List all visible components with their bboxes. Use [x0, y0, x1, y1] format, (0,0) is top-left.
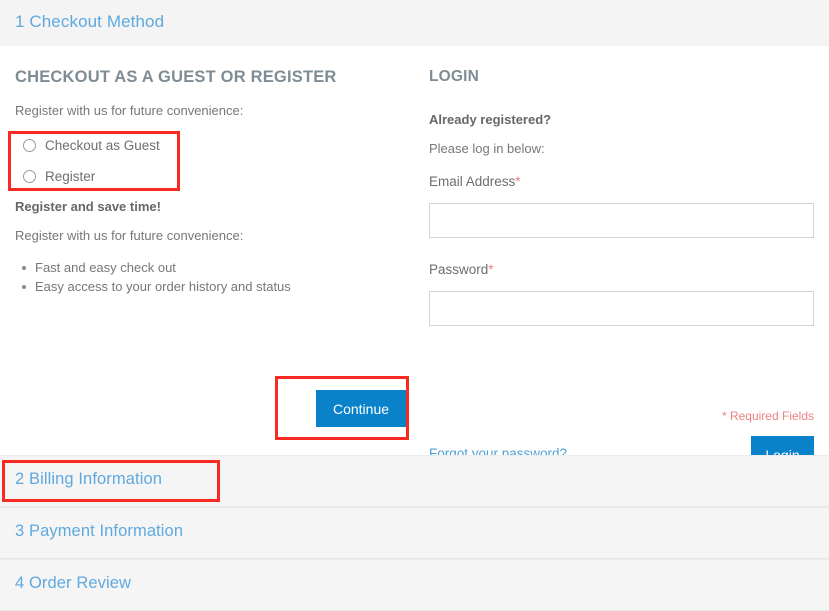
- password-label-row: Password*: [429, 261, 494, 279]
- accordion-label-billing-information: 2 Billing Information: [15, 470, 163, 488]
- please-log-in-text: Please log in below:: [429, 141, 545, 156]
- required-fields-note: * Required Fields: [721, 409, 814, 423]
- radio-circle-icon[interactable]: [23, 138, 36, 152]
- accordion-label-payment-information: 3 Payment Information: [15, 522, 184, 540]
- email-address-label-row: Email Address*: [429, 173, 521, 191]
- required-asterisk-icon: *: [515, 174, 521, 189]
- list-item: Fast and easy check out: [22, 258, 415, 277]
- required-asterisk-icon: *: [488, 262, 494, 277]
- email-address-label: Email Address: [429, 174, 516, 189]
- radio-circle-icon[interactable]: [23, 169, 36, 183]
- password-field[interactable]: [429, 291, 814, 326]
- list-item: Easy access to your order history and st…: [22, 277, 415, 296]
- accordion-label-order-review: 4 Order Review: [15, 574, 132, 592]
- register-save-time-heading: Register and save time!: [15, 199, 161, 214]
- email-field[interactable]: [429, 203, 814, 238]
- checkout-step-1-title: 1 Checkout Method: [15, 12, 165, 31]
- guest-register-intro: Register with us for future convenience:: [15, 103, 244, 118]
- register-benefits-list: Fast and easy check out Easy access to y…: [15, 258, 415, 296]
- login-heading: LOGIN: [429, 68, 480, 85]
- accordion-row-order-review[interactable]: 4 Order Review: [0, 559, 829, 611]
- radio-option-register[interactable]: Register: [23, 163, 193, 189]
- guest-register-heading: CHECKOUT AS A GUEST OR REGISTER: [15, 68, 337, 86]
- checkout-method-panel: CHECKOUT AS A GUEST OR REGISTER Register…: [0, 46, 829, 473]
- checkout-step-1-header[interactable]: 1 Checkout Method: [0, 0, 829, 46]
- accordion-row-billing-information[interactable]: 2 Billing Information: [0, 455, 829, 507]
- continue-button[interactable]: Continue: [316, 390, 406, 427]
- radio-option-checkout-as-guest[interactable]: Checkout as Guest: [23, 132, 193, 158]
- accordion-row-payment-information[interactable]: 3 Payment Information: [0, 507, 829, 559]
- radio-label-checkout-as-guest: Checkout as Guest: [45, 137, 160, 153]
- password-label: Password: [429, 262, 489, 277]
- register-intro-text: Register with us for future convenience:: [15, 228, 244, 243]
- radio-label-register: Register: [45, 168, 96, 184]
- already-registered-text: Already registered?: [429, 112, 552, 127]
